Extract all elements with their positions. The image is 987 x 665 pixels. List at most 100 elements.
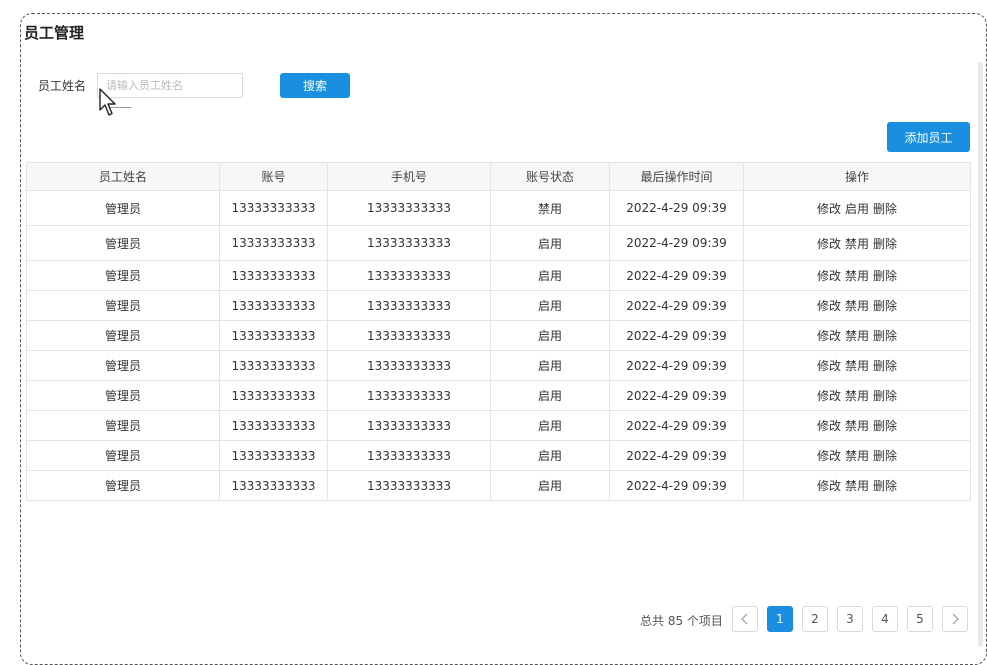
cell-actions: 修改 禁用 删除 [743,440,971,471]
cell-phone: 13333333333 [327,380,491,411]
cell-status: 启用 [490,320,610,351]
cell-time: 2022-4-29 09:39 [609,350,744,381]
cell-time: 2022-4-29 09:39 [609,260,744,291]
cell-name: 管理员 [26,380,220,411]
edit-link[interactable]: 修改 [817,419,841,433]
page-button[interactable]: 5 [907,606,933,632]
cell-time: 2022-4-29 09:39 [609,290,744,321]
cell-status: 启用 [490,290,610,321]
toggle-status-link[interactable]: 禁用 [845,237,869,251]
cell-account: 13333333333 [219,320,328,351]
page-button[interactable]: 1 [767,606,793,632]
toggle-status-link[interactable]: 禁用 [845,329,869,343]
cell-time: 2022-4-29 09:39 [609,440,744,471]
prev-page-button[interactable] [732,606,758,632]
cell-phone: 13333333333 [327,350,491,381]
cell-name: 管理员 [26,410,220,441]
header-account: 账号 [219,162,328,191]
cell-actions: 修改 禁用 删除 [743,260,971,291]
cell-time: 2022-4-29 09:39 [609,410,744,441]
toggle-status-link[interactable]: 禁用 [845,299,869,313]
table-header-row: 员工姓名 账号 手机号 账号状态 最后操作时间 操作 [26,162,971,191]
delete-link[interactable]: 删除 [873,419,897,433]
cell-time: 2022-4-29 09:39 [609,320,744,351]
edit-link[interactable]: 修改 [817,299,841,313]
edit-link[interactable]: 修改 [817,389,841,403]
page-button[interactable]: 4 [872,606,898,632]
edit-link[interactable]: 修改 [817,449,841,463]
cell-phone: 13333333333 [327,320,491,351]
cell-actions: 修改 禁用 删除 [743,225,971,261]
cell-actions: 修改 禁用 删除 [743,380,971,411]
cell-phone: 13333333333 [327,225,491,261]
edit-link[interactable]: 修改 [817,359,841,373]
employee-table: 员工姓名 账号 手机号 账号状态 最后操作时间 操作 管理员 1333333333… [26,162,971,501]
cell-status: 启用 [490,410,610,441]
page-button[interactable]: 3 [837,606,863,632]
table-row: 管理员 13333333333 13333333333 启用 2022-4-29 09:… [26,320,971,351]
header-phone: 手机号 [327,162,491,191]
table-row: 管理员 13333333333 13333333333 禁用 2022-4-29 09:… [26,190,971,226]
cell-actions: 修改 禁用 删除 [743,290,971,321]
search-button[interactable]: 搜索 [280,73,350,98]
delete-link[interactable]: 删除 [873,269,897,283]
cell-name: 管理员 [26,440,220,471]
add-employee-button[interactable]: 添加员工 [887,122,970,152]
table-row: 管理员 13333333333 13333333333 启用 2022-4-29 09:… [26,260,971,291]
cell-time: 2022-4-29 09:39 [609,470,744,501]
cell-name: 管理员 [26,225,220,261]
cell-account: 13333333333 [219,410,328,441]
delete-link[interactable]: 删除 [873,389,897,403]
cell-account: 13333333333 [219,190,328,226]
cell-account: 13333333333 [219,260,328,291]
delete-link[interactable]: 删除 [873,449,897,463]
cell-time: 2022-4-29 09:39 [609,380,744,411]
cell-status: 启用 [490,470,610,501]
table-row: 管理员 13333333333 13333333333 启用 2022-4-29 09:… [26,350,971,381]
delete-link[interactable]: 删除 [873,359,897,373]
pagination-total: 总共 85 个项目 [640,614,723,628]
cell-status: 启用 [490,440,610,471]
toggle-status-link[interactable]: 禁用 [845,419,869,433]
edit-link[interactable]: 修改 [817,479,841,493]
edit-link[interactable]: 修改 [817,202,841,216]
toggle-status-link[interactable]: 禁用 [845,269,869,283]
page-button[interactable]: 2 [802,606,828,632]
toggle-status-link[interactable]: 禁用 [845,359,869,373]
delete-link[interactable]: 删除 [873,202,897,216]
cell-name: 管理员 [26,260,220,291]
cell-phone: 13333333333 [327,190,491,226]
cell-time: 2022-4-29 09:39 [609,225,744,261]
delete-link[interactable]: 删除 [873,237,897,251]
mouse-cursor-icon [99,88,116,116]
cell-account: 13333333333 [219,380,328,411]
delete-link[interactable]: 删除 [873,329,897,343]
table-row: 管理员 13333333333 13333333333 启用 2022-4-29 09:… [26,225,971,261]
header-time: 最后操作时间 [609,162,744,191]
edit-link[interactable]: 修改 [817,269,841,283]
cell-phone: 13333333333 [327,440,491,471]
cell-name: 管理员 [26,350,220,381]
toggle-status-link[interactable]: 禁用 [845,449,869,463]
cell-name: 管理员 [26,290,220,321]
table-row: 管理员 13333333333 13333333333 启用 2022-4-29 09:… [26,440,971,471]
next-page-button[interactable] [942,606,968,632]
cell-name: 管理员 [26,190,220,226]
edit-link[interactable]: 修改 [817,237,841,251]
toggle-status-link[interactable]: 禁用 [845,389,869,403]
delete-link[interactable]: 删除 [873,299,897,313]
cell-phone: 13333333333 [327,470,491,501]
cell-status: 禁用 [490,190,610,226]
page-title: 员工管理 [24,24,85,42]
cell-account: 13333333333 [219,225,328,261]
edit-link[interactable]: 修改 [817,329,841,343]
cell-actions: 修改 禁用 删除 [743,350,971,381]
vertical-scrollbar[interactable] [978,62,983,647]
table-row: 管理员 13333333333 13333333333 启用 2022-4-29 09:… [26,410,971,441]
delete-link[interactable]: 删除 [873,479,897,493]
toggle-status-link[interactable]: 禁用 [845,479,869,493]
cell-phone: 13333333333 [327,260,491,291]
chevron-left-icon [741,613,748,625]
cell-phone: 13333333333 [327,410,491,441]
toggle-status-link[interactable]: 启用 [845,202,869,216]
